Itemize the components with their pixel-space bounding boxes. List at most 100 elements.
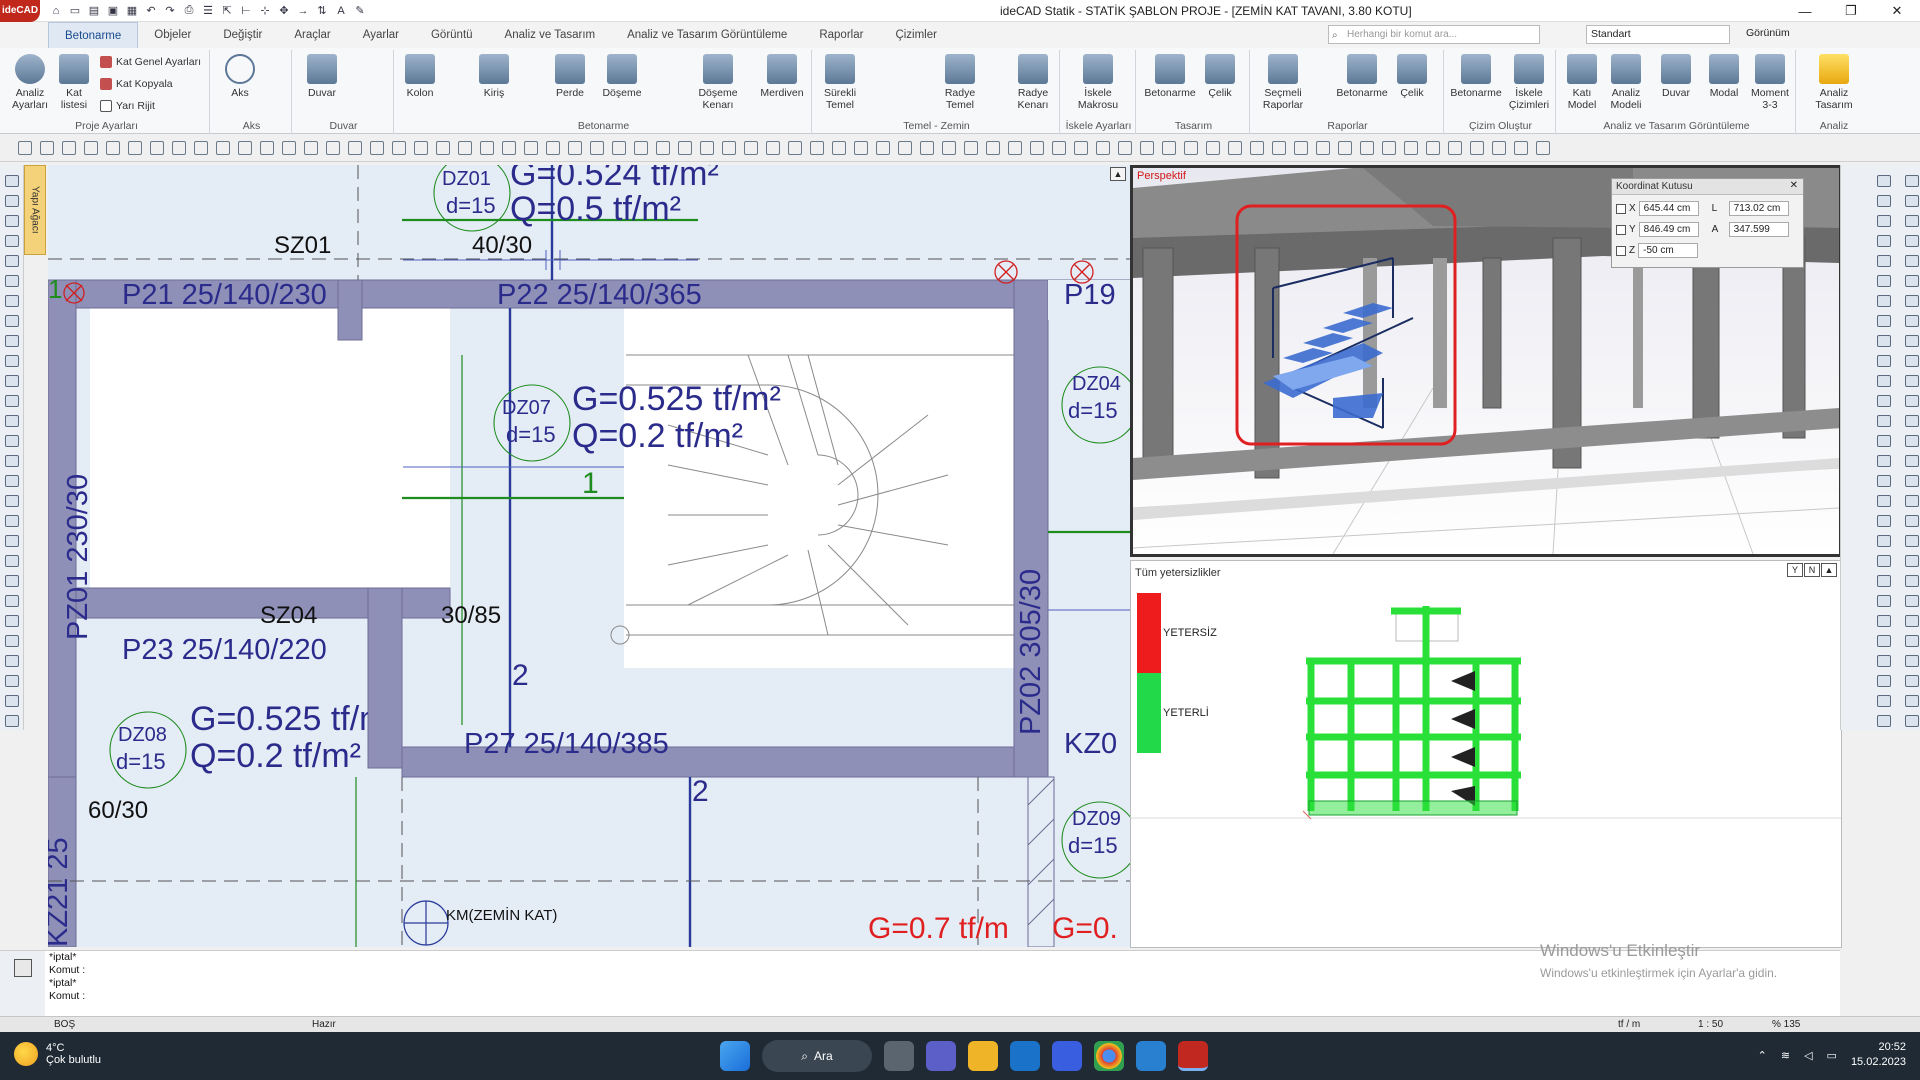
analiz-tasarim-button[interactable]: Analiz Tasarım bbox=[1808, 54, 1860, 111]
tool-icon[interactable] bbox=[1877, 375, 1891, 387]
tool-icon[interactable] bbox=[1905, 255, 1919, 267]
doseme-kenari-button[interactable]: Döşeme Kenarı bbox=[696, 54, 740, 111]
aks-button[interactable]: Aks bbox=[218, 54, 262, 99]
kati-model-button[interactable]: Katı Model bbox=[1560, 54, 1604, 111]
tool-icon[interactable] bbox=[392, 141, 406, 155]
secmeli-raporlar-button[interactable]: Seçmeli Raporlar bbox=[1258, 54, 1308, 111]
tool-icon[interactable] bbox=[656, 141, 670, 155]
style-select[interactable]: Standart bbox=[1586, 25, 1730, 44]
tool-icon[interactable] bbox=[1877, 215, 1891, 227]
chevron-up-icon[interactable]: ⌃ bbox=[1758, 1049, 1767, 1062]
tool-icon[interactable] bbox=[5, 655, 19, 667]
close-icon[interactable]: ✕ bbox=[1874, 0, 1920, 22]
layers-icon[interactable]: ☰ bbox=[200, 3, 216, 19]
tool-icon[interactable] bbox=[1877, 635, 1891, 647]
save-as-icon[interactable]: ▦ bbox=[124, 3, 140, 19]
y-coordinate-value[interactable]: 846.49 cm bbox=[1638, 222, 1699, 237]
tool-icon[interactable] bbox=[5, 555, 19, 567]
arrow-icon[interactable]: → bbox=[295, 3, 311, 19]
tool-icon[interactable] bbox=[436, 141, 450, 155]
x-lock-checkbox[interactable] bbox=[1616, 203, 1626, 214]
y-lock-checkbox[interactable] bbox=[1616, 224, 1626, 235]
tool-icon[interactable] bbox=[1905, 635, 1919, 647]
tool-icon[interactable] bbox=[480, 141, 494, 155]
tool-icon[interactable] bbox=[832, 141, 846, 155]
kolon-button[interactable]: Kolon bbox=[398, 54, 442, 99]
tool-icon[interactable] bbox=[1338, 141, 1352, 155]
surekli-temel-button[interactable]: Sürekli Temel bbox=[818, 54, 862, 111]
tool-icon[interactable] bbox=[1877, 275, 1891, 287]
tool-icon[interactable] bbox=[1877, 675, 1891, 687]
tool-icon[interactable] bbox=[1905, 355, 1919, 367]
tool-icon[interactable] bbox=[1905, 515, 1919, 527]
status-unit[interactable]: tf / m bbox=[1618, 1019, 1640, 1030]
moment-button[interactable]: Moment 3-3 bbox=[1746, 54, 1794, 111]
tool-icon[interactable] bbox=[1877, 315, 1891, 327]
tab-analiz-tasarim[interactable]: Analiz ve Tasarım bbox=[489, 22, 612, 48]
tab-ayarlar[interactable]: Ayarlar bbox=[347, 22, 415, 48]
tool-icon[interactable] bbox=[1905, 175, 1919, 187]
redo-icon[interactable]: ↷ bbox=[162, 3, 178, 19]
tool-icon[interactable] bbox=[1008, 141, 1022, 155]
maximize-view-icon[interactable]: ▲ bbox=[1110, 167, 1126, 181]
tool-icon[interactable] bbox=[1877, 435, 1891, 447]
tool-icon[interactable] bbox=[1877, 475, 1891, 487]
app-logo[interactable]: ideCAD bbox=[0, 0, 40, 22]
tool-icon[interactable] bbox=[5, 675, 19, 687]
teams-chat-icon[interactable] bbox=[926, 1041, 956, 1071]
save-icon[interactable]: ▣ bbox=[105, 3, 121, 19]
tool-icon[interactable] bbox=[1905, 475, 1919, 487]
tool-icon[interactable] bbox=[1905, 235, 1919, 247]
tool-icon[interactable] bbox=[590, 141, 604, 155]
tool-icon[interactable] bbox=[876, 141, 890, 155]
length-value[interactable]: 713.02 cm bbox=[1728, 201, 1789, 216]
tool-icon[interactable] bbox=[898, 141, 912, 155]
clock[interactable]: 20:52 15.02.2023 bbox=[1851, 1040, 1906, 1070]
tool-icon[interactable] bbox=[1514, 141, 1528, 155]
tool-icon[interactable] bbox=[1877, 175, 1891, 187]
perde-button[interactable]: Perde bbox=[548, 54, 592, 99]
tool-icon[interactable] bbox=[1905, 495, 1919, 507]
status-zoom[interactable]: % 135 bbox=[1772, 1019, 1800, 1030]
tool-icon[interactable] bbox=[612, 141, 626, 155]
goruntuleme-duvar-button[interactable]: Duvar bbox=[1654, 54, 1698, 99]
tool-icon[interactable] bbox=[1877, 395, 1891, 407]
tab-araclar[interactable]: Araçlar bbox=[278, 22, 346, 48]
tool-icon[interactable] bbox=[1404, 141, 1418, 155]
analiz-ayarlari-button[interactable]: Analiz Ayarları bbox=[8, 54, 52, 111]
restore-icon[interactable]: ❐ bbox=[1828, 0, 1874, 22]
text-size-icon[interactable]: A bbox=[333, 3, 349, 19]
tool-icon[interactable] bbox=[1448, 141, 1462, 155]
tool-icon[interactable] bbox=[5, 495, 19, 507]
cizim-betonarme-button[interactable]: Betonarme bbox=[1450, 54, 1502, 99]
plan-view[interactable]: SZ01 40/30 P21 25/140/230 P22 25/140/365… bbox=[48, 165, 1130, 947]
z-lock-checkbox[interactable] bbox=[1616, 245, 1626, 256]
tool-icon[interactable] bbox=[1877, 695, 1891, 707]
tool-icon[interactable] bbox=[106, 141, 120, 155]
tool-icon[interactable] bbox=[5, 455, 19, 467]
tool-icon[interactable] bbox=[5, 255, 19, 267]
iskele-cizimleri-button[interactable]: İskele Çizimleri bbox=[1504, 54, 1554, 111]
tool-icon[interactable] bbox=[1905, 675, 1919, 687]
modal-button[interactable]: Modal bbox=[1702, 54, 1746, 99]
tool-icon[interactable] bbox=[5, 415, 19, 427]
tab-cizimler[interactable]: Çizimler bbox=[879, 22, 953, 48]
tool-icon[interactable] bbox=[260, 141, 274, 155]
tool-icon[interactable] bbox=[1877, 555, 1891, 567]
idecad-taskbar-icon[interactable] bbox=[1178, 1041, 1208, 1071]
tool-icon[interactable] bbox=[5, 335, 19, 347]
tool-icon[interactable] bbox=[194, 141, 208, 155]
tool-icon[interactable] bbox=[1877, 535, 1891, 547]
select-icon[interactable]: ⇱ bbox=[219, 3, 235, 19]
tool-icon[interactable] bbox=[1905, 535, 1919, 547]
tool-icon[interactable] bbox=[700, 141, 714, 155]
tool-icon[interactable] bbox=[5, 295, 19, 307]
tool-icon[interactable] bbox=[5, 575, 19, 587]
tool-icon[interactable] bbox=[1905, 215, 1919, 227]
tool-icon[interactable] bbox=[5, 195, 19, 207]
task-view-icon[interactable] bbox=[884, 1041, 914, 1071]
tool-icon[interactable] bbox=[1905, 595, 1919, 607]
tool-icon[interactable] bbox=[172, 141, 186, 155]
tool-icon[interactable] bbox=[1877, 455, 1891, 467]
tool-icon[interactable] bbox=[1877, 355, 1891, 367]
